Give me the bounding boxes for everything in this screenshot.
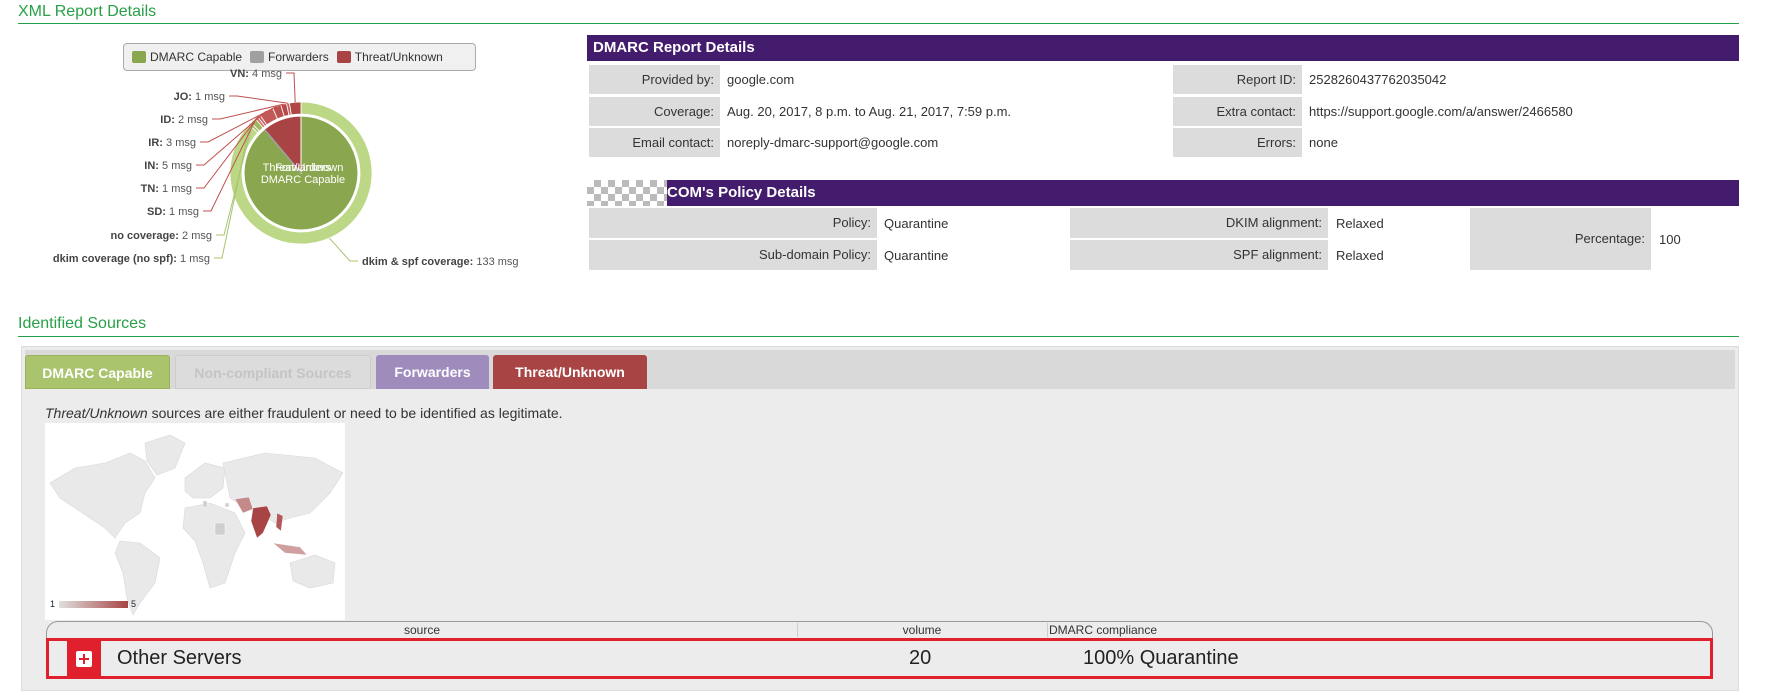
policy-label: Policy: [589, 208, 877, 238]
report-field-value: google.com [727, 72, 795, 87]
slice-label: TN: 1 msg [141, 183, 192, 195]
map-australia [289, 554, 336, 589]
source-compliance: 100% Quarantine [1083, 647, 1239, 669]
slice-label: SD: 1 msg [147, 206, 199, 218]
inner-slice-label: Forwarders [275, 162, 331, 174]
source-name: Other Servers [117, 647, 242, 669]
leader-line [286, 72, 296, 103]
map-country-sd [214, 522, 226, 536]
policy-title: COM's Policy Details [667, 184, 816, 201]
subdomain-policy-label: Sub-domain Policy: [589, 240, 877, 270]
inner-slice-label: DMARC Capable [261, 174, 345, 186]
policy-details-header: COM's Policy Details [587, 180, 1739, 206]
subdomain-policy-value: Quarantine [884, 248, 949, 263]
map-country-tn [202, 500, 208, 508]
map-color-scale [59, 601, 128, 608]
map-country-jo [224, 502, 230, 508]
report-details-header: DMARC Report Details [587, 35, 1739, 61]
slice-label: ID: 2 msg [160, 114, 208, 126]
report-field-value: Aug. 20, 2017, 8 p.m. to Aug. 21, 2017, … [727, 104, 1012, 119]
leader-line [328, 237, 358, 262]
description-text: sources are either fraudulent or need to… [147, 405, 563, 421]
slice-label: JO: 1 msg [174, 91, 225, 103]
ring-slice-vn [288, 101, 302, 116]
policy-value: Quarantine [884, 216, 949, 231]
spf-alignment-label: SPF alignment: [1070, 240, 1328, 270]
report-field-label: Coverage: [589, 97, 720, 126]
map-africa [182, 502, 246, 589]
divider [18, 336, 1739, 337]
report-field-label: Email contact: [589, 128, 720, 157]
source-volume: 20 [909, 647, 932, 669]
report-field-label: Report ID: [1173, 65, 1302, 94]
map-country-id [272, 542, 308, 556]
leader-line [229, 95, 289, 104]
report-field-value: noreply-dmarc-support@google.com [727, 135, 939, 150]
tab-dmarc-capable[interactable]: DMARC Capable [25, 355, 170, 389]
report-field-label: Extra contact: [1173, 97, 1302, 126]
sources-table-header: source volume DMARC compliance [46, 621, 1713, 638]
map-country-in [250, 505, 272, 539]
slice-label: IN: 5 msg [144, 160, 192, 172]
dkim-alignment-label: DKIM alignment: [1070, 208, 1328, 238]
percentage-label: Percentage: [1470, 208, 1651, 270]
slice-label: dkim coverage (no spf): 1 msg [53, 253, 210, 265]
coverage-pie-chart: dkim & spf coverage: 133 msg dkim coverag… [53, 68, 519, 268]
slice-label: no coverage: 2 msg [111, 230, 213, 242]
map-scale-min: 1 [50, 599, 56, 609]
percentage-value: 100 [1659, 232, 1681, 247]
report-field-label: Provided by: [589, 65, 720, 94]
map-country-vn [275, 512, 284, 532]
description-emphasis: Threat/Unknown [45, 405, 148, 421]
table-row[interactable]: Other Servers 20 100% Quarantine [46, 638, 1713, 679]
expand-button[interactable] [67, 641, 101, 676]
dkim-alignment-value: Relaxed [1336, 216, 1384, 231]
column-volume[interactable]: volume [797, 623, 1048, 637]
report-field-label: Errors: [1173, 128, 1302, 157]
map-asia [222, 452, 344, 524]
tab-forwarders[interactable]: Forwarders [376, 355, 489, 389]
report-field-value: none [1309, 135, 1338, 150]
map-europe [184, 462, 226, 499]
tab-description: Threat/Unknown sources are either fraudu… [45, 405, 563, 421]
spf-alignment-value: Relaxed [1336, 248, 1384, 263]
world-map[interactable]: 1 5 [45, 423, 345, 620]
report-field-value: https://support.google.com/a/answer/2466… [1309, 104, 1573, 119]
map-greenland [144, 434, 186, 476]
redacted-domain [587, 180, 667, 206]
slice-label: IR: 3 msg [148, 137, 196, 149]
column-source[interactable]: source [47, 623, 798, 637]
tab-threat-unknown[interactable]: Threat/Unknown [493, 355, 647, 389]
tab-non-compliant-sources[interactable]: Non-compliant Sources [175, 355, 371, 389]
column-dmarc-compliance[interactable]: DMARC compliance [1049, 623, 1157, 637]
map-north-america [49, 452, 156, 539]
slice-label: VN: 4 msg [230, 68, 282, 80]
report-field-value: 2528260437762035042 [1309, 72, 1447, 87]
plus-icon [76, 651, 92, 667]
map-scale-max: 5 [131, 599, 137, 609]
slice-label: dkim & spf coverage: 133 msg [362, 256, 519, 268]
identified-sources-title: Identified Sources [18, 315, 147, 332]
